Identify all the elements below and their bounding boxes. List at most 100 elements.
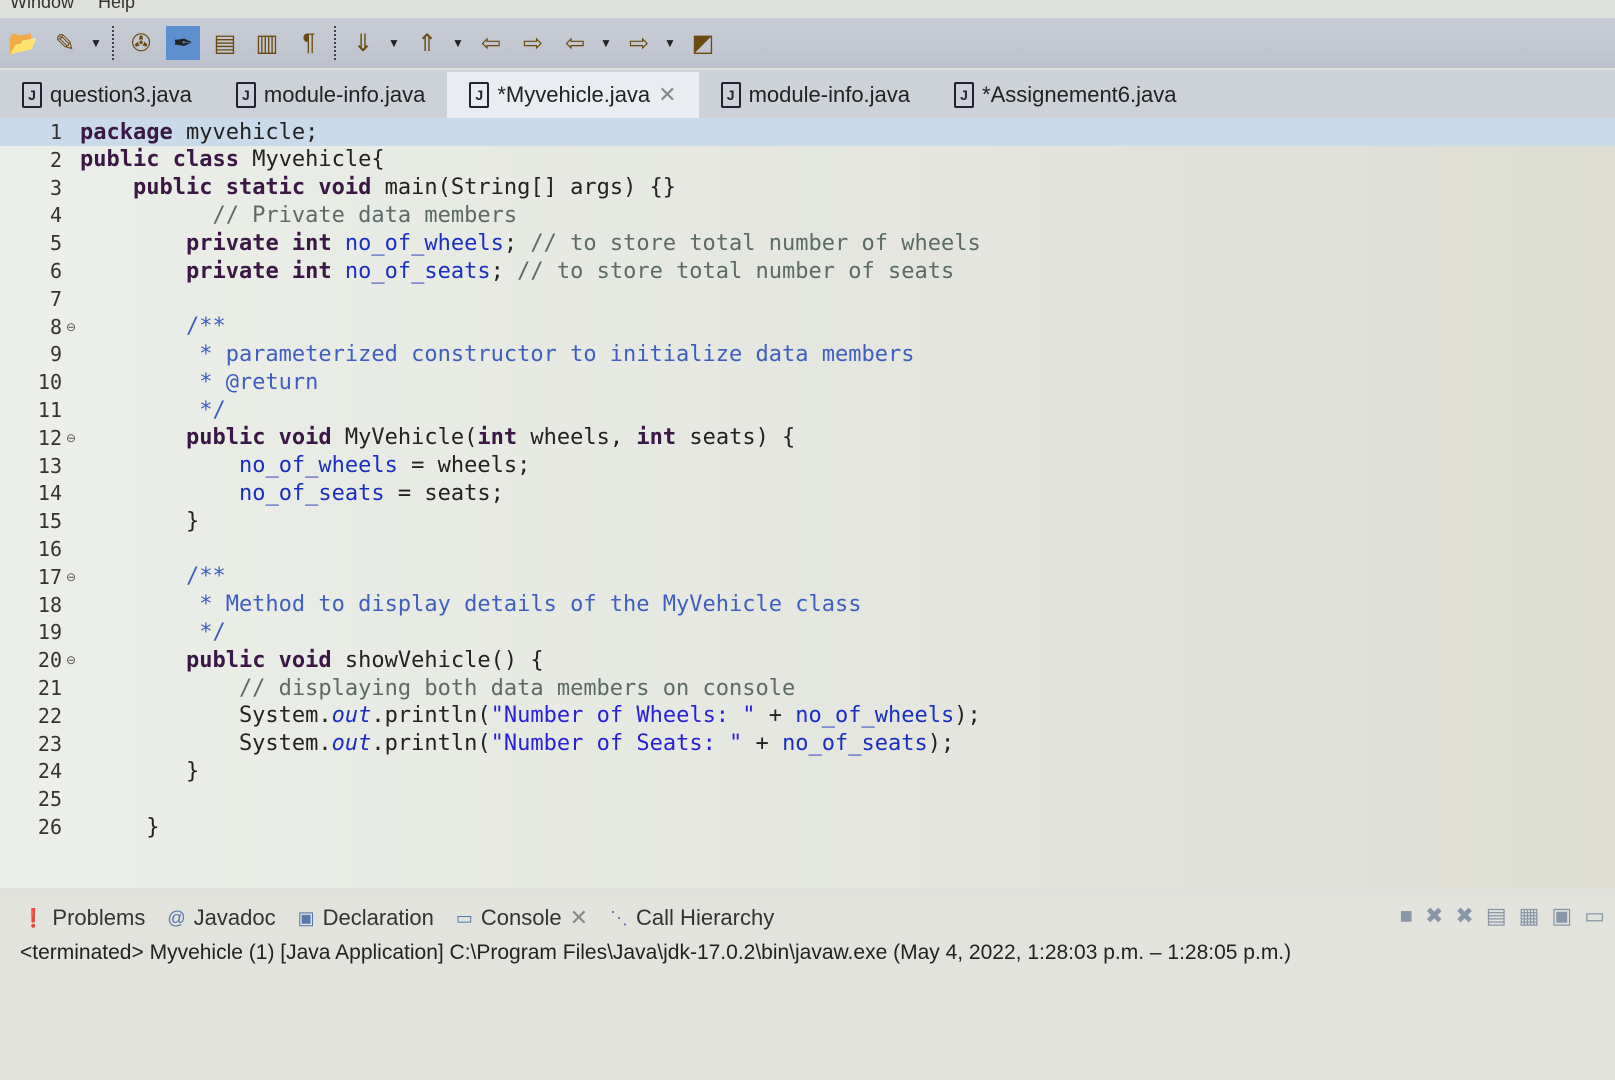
close-icon[interactable]: ✕: [570, 905, 588, 931]
code-token: "Number of Wheels: ": [490, 703, 756, 729]
menu-window[interactable]: Window: [10, 0, 74, 13]
display-console-icon[interactable]: ▭: [1584, 903, 1605, 929]
dropdown-arrow-icon[interactable]: ▼: [664, 36, 678, 50]
toolbar-separator: [334, 26, 338, 60]
code-line[interactable]: 14 no_of_seats = seats;: [0, 479, 1615, 507]
code-token: // to store total number of seats: [517, 258, 955, 284]
remove-all-icon[interactable]: ✖: [1455, 903, 1473, 929]
prev-annotation-icon[interactable]: ⇑: [410, 26, 444, 60]
code-line[interactable]: 11 */: [0, 396, 1615, 424]
menu-help[interactable]: Help: [98, 0, 135, 13]
java-file-icon: J: [235, 82, 256, 108]
open-icon[interactable]: 📂: [6, 26, 40, 60]
panel-tab-declaration[interactable]: ▣ Declaration: [298, 905, 434, 931]
code-line[interactable]: 21 // displaying both data members on co…: [0, 674, 1615, 702]
show-whitespace-icon[interactable]: ¶: [292, 26, 326, 60]
next-annotation-icon[interactable]: ⇓: [346, 26, 380, 60]
code-line[interactable]: 5 private int no_of_wheels; // to store …: [0, 229, 1615, 257]
panel-tab-javadoc[interactable]: @ Javadoc: [167, 905, 275, 931]
fold-collapse-icon[interactable]: ⊖: [66, 431, 80, 445]
terminate-icon[interactable]: ■: [1400, 903, 1413, 929]
java-file-icon: J: [22, 82, 42, 108]
console-toolbar: ■ ✖ ✖ ▤ ▦ ▣ ▭: [1400, 903, 1605, 929]
panel-tab-problems[interactable]: ❗ Problems: [22, 905, 145, 931]
code-token: System.: [80, 703, 332, 729]
tab-label: *Assignement6.java: [982, 82, 1177, 107]
code-line[interactable]: 8 ⊖ /**: [0, 313, 1615, 341]
code-line[interactable]: 20 ⊖ public void showVehicle() {: [0, 646, 1615, 674]
line-number: 3: [49, 175, 62, 200]
build-icon[interactable]: ✎: [48, 26, 82, 60]
tab-question3-java[interactable]: Jquestion3.java: [0, 72, 214, 118]
code-line[interactable]: 12 ⊖ public void MyVehicle(int wheels, in…: [0, 424, 1615, 452]
code-line[interactable]: 15 }: [0, 507, 1615, 535]
tab-label: question3.java: [50, 82, 192, 107]
code-line[interactable]: 7: [0, 285, 1615, 313]
toggle-breadcrumb-icon[interactable]: ▥: [250, 26, 284, 60]
code-token: }: [80, 508, 200, 534]
code-line[interactable]: 10 * @return: [0, 368, 1615, 396]
code-line[interactable]: 16: [0, 535, 1615, 563]
code-line[interactable]: 24 }: [0, 757, 1615, 785]
dropdown-arrow-icon[interactable]: ▼: [452, 36, 466, 50]
code-text: no_of_seats = seats;: [80, 481, 504, 506]
pin-console-icon[interactable]: ▣: [1551, 903, 1572, 929]
forward-edit-icon[interactable]: ⇨: [516, 26, 550, 60]
code-token: // displaying both data members on conso…: [80, 675, 796, 701]
code-token: }: [80, 814, 160, 840]
back-icon[interactable]: ⇦: [558, 26, 592, 60]
line-number: 23: [37, 731, 62, 756]
mark-occurrences-icon[interactable]: ✒: [166, 26, 200, 60]
clear-console-icon[interactable]: ▤: [1486, 903, 1507, 929]
dropdown-arrow-icon[interactable]: ▼: [600, 36, 614, 50]
dropdown-arrow-icon[interactable]: ▼: [388, 36, 402, 50]
code-line[interactable]: 1 package myvehicle;: [0, 118, 1615, 146]
toggle-block-icon[interactable]: ▤: [208, 26, 242, 60]
new-window-icon[interactable]: ◩: [686, 26, 720, 60]
line-number: 14: [37, 481, 62, 506]
code-line[interactable]: 18 * Method to display details of the My…: [0, 591, 1615, 619]
panel-tab-call-hierarchy[interactable]: ⋱ Call Hierarchy: [610, 905, 774, 931]
remove-launch-icon[interactable]: ✖: [1425, 903, 1443, 929]
forward-icon[interactable]: ⇨: [622, 26, 656, 60]
code-line[interactable]: 3 public static void main(String[] args)…: [0, 174, 1615, 202]
code-text: System.out.println("Number of Wheels: " …: [80, 703, 981, 728]
code-token: no_of_seats: [344, 258, 491, 284]
code-line[interactable]: 13 no_of_wheels = wheels;: [0, 452, 1615, 480]
code-token: // to store total number of wheels: [530, 230, 981, 256]
line-number: 7: [49, 286, 62, 311]
fold-collapse-icon[interactable]: ⊖: [66, 653, 80, 667]
panel-tab-console[interactable]: ▭ Console ✕: [456, 905, 588, 931]
code-token: System.: [80, 731, 332, 757]
code-line[interactable]: 22 System.out.println("Number of Wheels:…: [0, 702, 1615, 730]
code-line[interactable]: 23 System.out.println("Number of Seats: …: [0, 730, 1615, 758]
code-line[interactable]: 19 */: [0, 618, 1615, 646]
code-line[interactable]: 4 // Private data members: [0, 201, 1615, 229]
code-line[interactable]: 17 ⊖ /**: [0, 563, 1615, 591]
toolbar: 📂 ✎ ▼ ✇ ✒ ▤ ▥ ¶ ⇓ ▼ ⇑ ▼ ⇦ ⇨ ⇦ ▼ ⇨ ▼ ◩: [0, 18, 1615, 68]
tab-myvehicle-java[interactable]: J *Myvehicle.java ✕: [447, 72, 699, 118]
code-line[interactable]: 2 public class Myvehicle{: [0, 146, 1615, 174]
tab-module-info-java[interactable]: Jmodule-info.java: [214, 72, 447, 118]
code-line[interactable]: 9 * parameterized constructor to initial…: [0, 340, 1615, 368]
last-edit-icon[interactable]: ⇦: [474, 26, 508, 60]
code-editor[interactable]: 1 package myvehicle; 2 public class Myvehic…: [0, 118, 1615, 888]
code-token: public void: [185, 425, 332, 451]
line-number: 20: [37, 648, 62, 673]
code-token: // Private data members: [80, 202, 518, 228]
scroll-lock-icon[interactable]: ▦: [1519, 903, 1540, 929]
code-token: * @return: [80, 369, 319, 395]
panel-tab-label: Declaration: [322, 905, 434, 930]
fold-collapse-icon[interactable]: ⊖: [66, 320, 80, 334]
tab-assignement6-java[interactable]: J *Assignement6.java: [932, 72, 1198, 118]
code-line[interactable]: 26 }: [0, 813, 1615, 841]
debug-icon[interactable]: ✇: [124, 26, 158, 60]
code-line[interactable]: 6 private int no_of_seats; // to store t…: [0, 257, 1615, 285]
dropdown-arrow-icon[interactable]: ▼: [90, 36, 104, 50]
close-icon[interactable]: ✕: [658, 82, 676, 108]
fold-collapse-icon[interactable]: ⊖: [66, 570, 80, 584]
tab-module-info-java[interactable]: Jmodule-info.java: [699, 72, 932, 118]
code-line[interactable]: 25: [0, 785, 1615, 813]
